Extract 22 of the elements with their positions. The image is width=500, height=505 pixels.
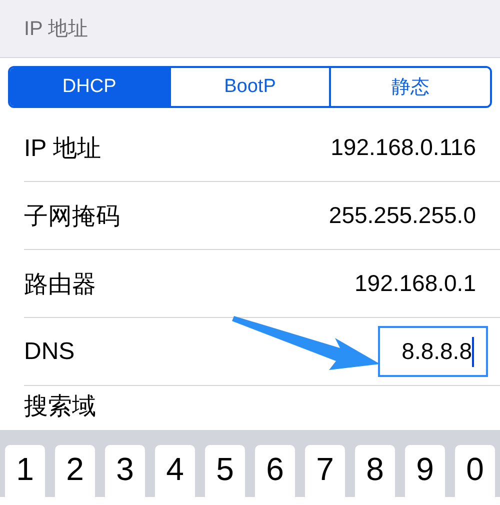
row-value: 255.255.255.0 [328,202,476,229]
keyboard-key[interactable]: 6 [255,445,295,497]
row-label: 子网掩码 [24,202,120,232]
row-value: 192.168.0.1 [354,270,476,297]
keyboard-key[interactable]: 1 [5,445,45,497]
row-value: 192.168.0.116 [330,134,476,161]
row-label: DNS [24,338,75,366]
segment-tab[interactable]: 静态 [329,68,490,106]
keyboard-key[interactable]: 5 [205,445,245,497]
keyboard-key[interactable]: 8 [355,445,395,497]
keyboard-key[interactable]: 4 [155,445,195,497]
keyboard-key[interactable]: 7 [305,445,345,497]
row-label: 路由器 [24,270,96,300]
row-label: 搜索域 [24,392,96,422]
keyboard-key[interactable]: 0 [455,445,495,497]
keyboard-key[interactable]: 9 [405,445,445,497]
row-label: IP 地址 [24,134,101,164]
segment-tab[interactable]: DHCP [10,68,169,106]
keyboard-key[interactable]: 2 [55,445,95,497]
keyboard-key[interactable]: 3 [105,445,145,497]
section-header: IP 地址 [24,17,88,42]
input-field[interactable]: 8.8.8.8 [378,326,488,377]
